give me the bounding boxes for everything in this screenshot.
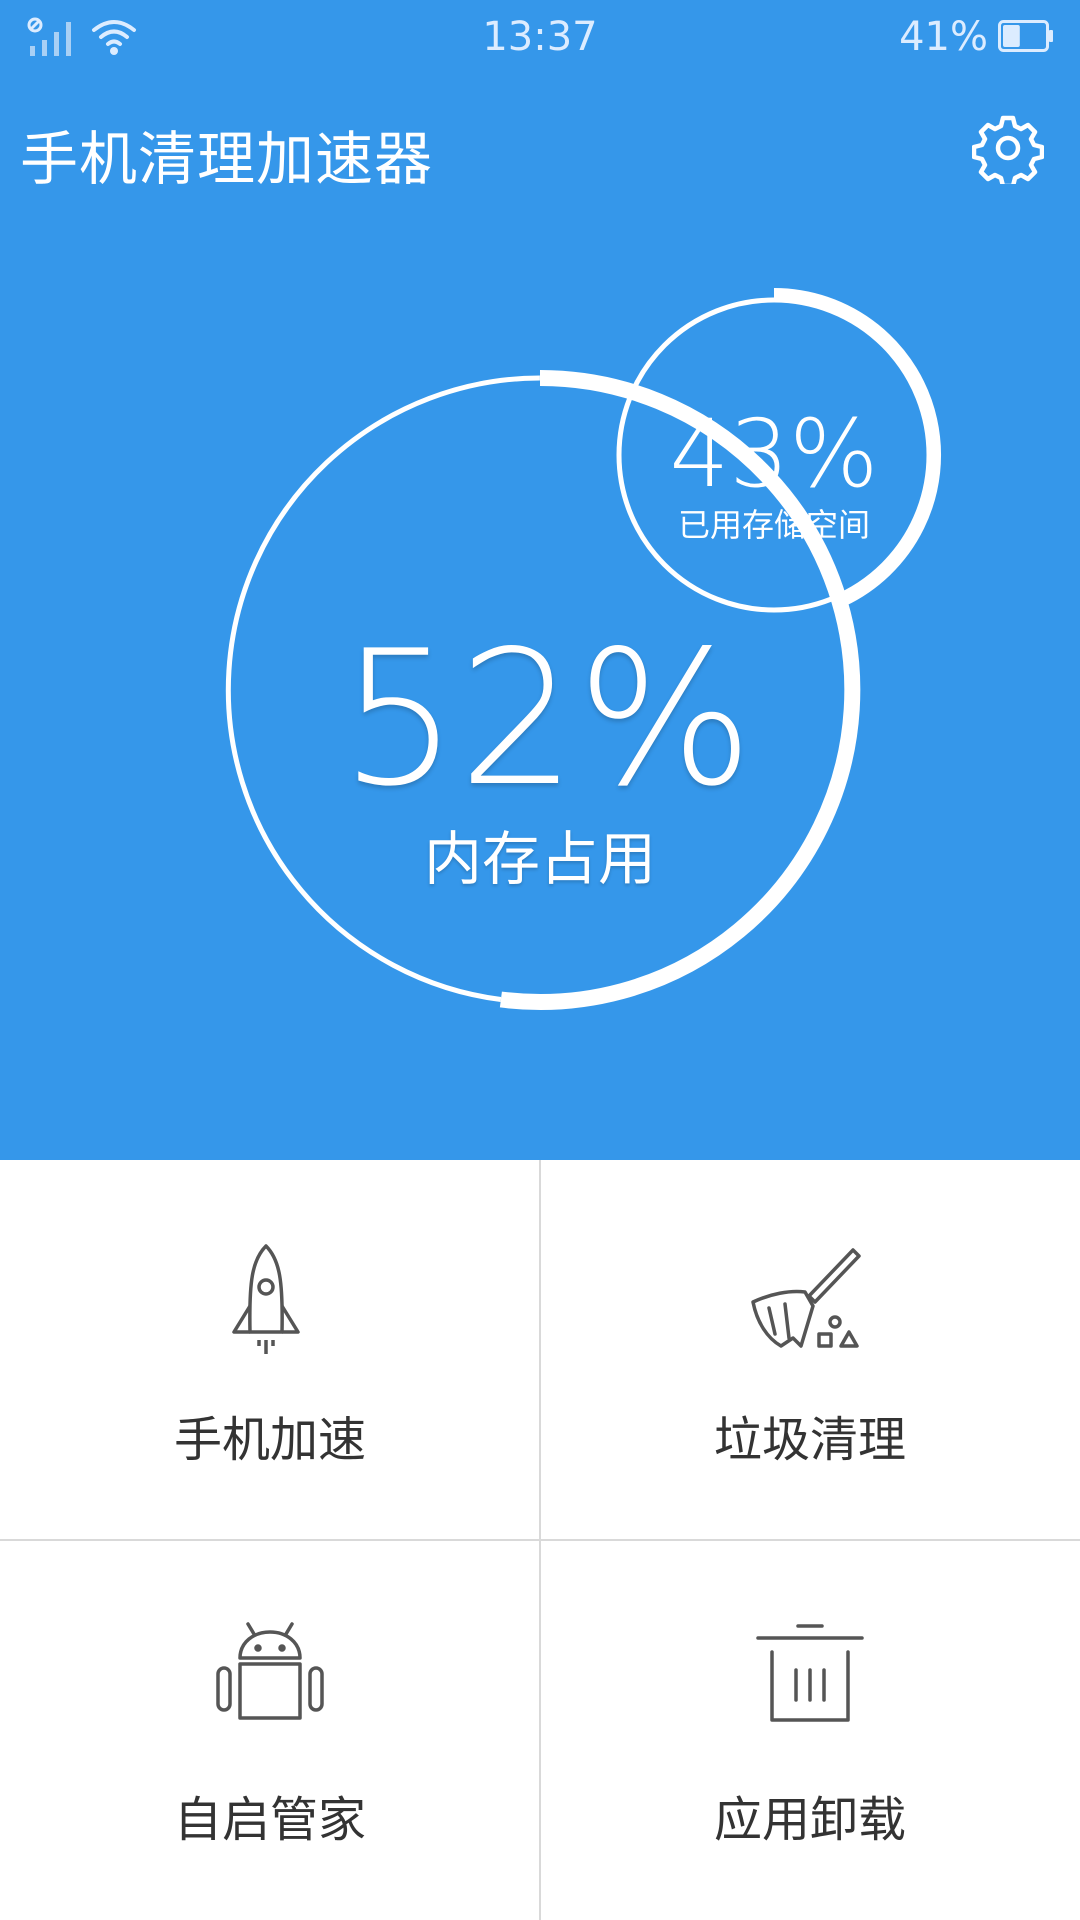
tool-label: 应用卸载: [713, 1792, 906, 1848]
tool-label: 自启管家: [173, 1792, 366, 1848]
memory-usage-label: 内存占用: [423, 825, 656, 893]
tool-autostart-manager[interactable]: 自启管家: [0, 1540, 540, 1920]
tools-grid: 手机加速 垃圾清理 自启管家 应用卸载: [0, 1160, 1080, 1920]
tool-label: 手机加速: [173, 1412, 366, 1468]
memory-usage-percent: 52%: [340, 610, 754, 827]
tool-label: 垃圾清理: [713, 1412, 906, 1468]
grid-divider-horizontal: [0, 1539, 1080, 1541]
usage-rings: [225, 288, 941, 1010]
broom-icon: [751, 1248, 861, 1348]
storage-usage-percent: 43%: [669, 400, 879, 509]
trash-icon: [756, 1624, 864, 1722]
storage-usage-label: 已用存储空间: [677, 506, 870, 544]
tool-junk-clean[interactable]: 垃圾清理: [540, 1160, 1080, 1540]
tool-phone-boost[interactable]: 手机加速: [0, 1160, 540, 1540]
header-panel: 13:37 41% 手机清理加速器 52% 内存占用 43% 已用存储空间: [0, 0, 1080, 1160]
android-icon: [216, 1622, 324, 1720]
rocket-icon: [232, 1244, 300, 1354]
tool-app-uninstall[interactable]: 应用卸载: [540, 1540, 1080, 1920]
